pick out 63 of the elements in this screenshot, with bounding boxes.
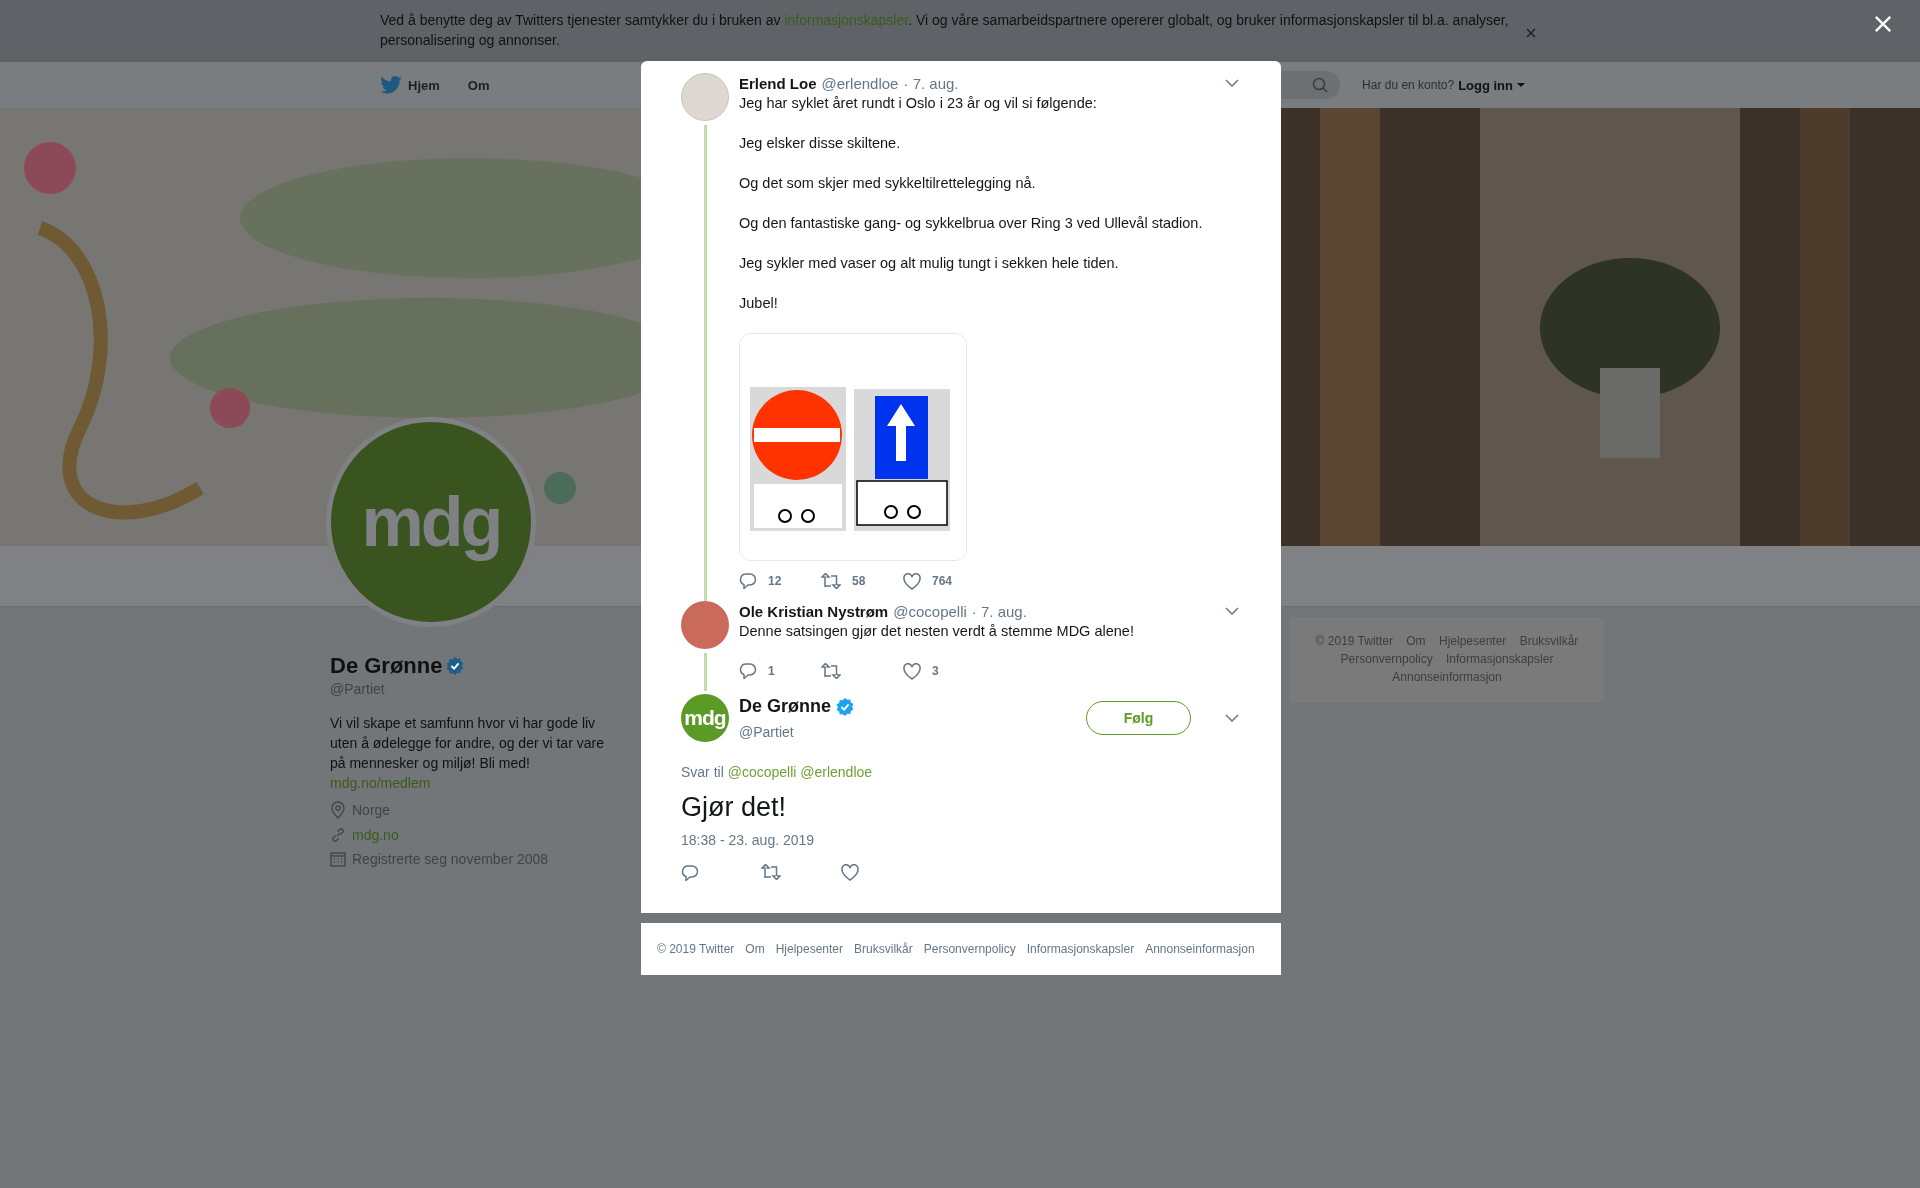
reply-icon[interactable] <box>739 572 757 590</box>
footer-link[interactable]: Informasjonskapsler <box>1446 652 1554 666</box>
author-handle: @erlendloe <box>821 74 899 92</box>
author-name[interactable]: Erlend Loe <box>739 74 817 92</box>
footer-link[interactable]: Bruksvilkår <box>854 942 913 956</box>
mention-link[interactable]: @erlendloe <box>800 764 873 780</box>
avatar[interactable] <box>681 601 729 649</box>
footer-link[interactable]: Annonseinformasjon <box>1392 670 1502 684</box>
bird-icon <box>380 76 402 94</box>
footer-link[interactable]: Annonseinformasjon <box>1145 942 1255 956</box>
profile-name: De Grønne <box>330 653 443 679</box>
author-handle: @cocopelli <box>893 602 967 620</box>
tweet-timestamp: 18:38 - 23. aug. 2019 <box>681 832 816 848</box>
footer-link[interactable]: Om <box>1406 634 1426 648</box>
heart-icon[interactable] <box>903 662 921 680</box>
author-name[interactable]: Ole Kristian Nystrøm <box>739 602 889 620</box>
login-prompt: Har du en konto? <box>1362 78 1455 92</box>
footer-link[interactable]: Hjelpesenter <box>775 942 844 956</box>
footer-link[interactable]: Personvernpolicy <box>923 942 1016 956</box>
caret-icon <box>1517 83 1525 87</box>
action-count: 58 <box>852 574 866 588</box>
footer-link[interactable]: Hjelpesenter <box>1438 634 1507 648</box>
chevron-down-icon[interactable] <box>1225 714 1239 722</box>
location-pin-icon <box>330 801 346 819</box>
chevron-down-icon[interactable] <box>1225 607 1239 615</box>
cookie-notice: Ved å benytte deg av Twitters tjenester samtykker du i bruken av informasjonskapsler. Vi og våre samarbeidspartnere opererer globalt, og bruker informasjonskapsler til bl.a. analyser, personalisering og annonser. <box>380 11 1510 50</box>
footer-link[interactable]: © 2019 Twitter <box>657 942 735 956</box>
footer-link[interactable]: Personvernpolicy <box>1340 652 1433 666</box>
calendar-icon <box>330 851 346 867</box>
link-icon <box>330 827 346 843</box>
footer-link[interactable]: Om <box>745 942 765 956</box>
author-name[interactable]: De Grønne <box>739 696 831 717</box>
nav-link[interactable]: Hjem <box>380 76 440 94</box>
reply-icon[interactable] <box>681 864 699 882</box>
tweet-date[interactable]: · 7. aug. <box>971 602 1027 620</box>
action-count: 764 <box>932 574 953 588</box>
author-handle: @Partiet <box>739 724 795 740</box>
nav-link[interactable]: Om <box>467 77 490 93</box>
retweet-icon[interactable] <box>821 573 841 589</box>
tweet-text: Denne satsingen gjør det nesten verdt å stemme MDG alene! <box>739 622 1135 641</box>
footer-link[interactable]: Informasjonskapsler <box>1026 942 1135 956</box>
retweet-icon[interactable] <box>821 663 841 679</box>
tweet-text: Gjør det! <box>681 791 788 824</box>
heart-icon[interactable] <box>841 864 859 881</box>
action-count: 1 <box>768 664 775 678</box>
heart-icon[interactable] <box>903 572 921 590</box>
tweet-text: Jeg har syklet året rundt i Oslo i 23 år og vil si følgende: <box>739 94 1098 113</box>
reply-to-text: Svar til @cocopelli @erlendloe <box>681 764 874 780</box>
action-count: 12 <box>768 574 782 588</box>
retweet-icon[interactable] <box>761 864 781 880</box>
search-icon <box>1312 77 1329 93</box>
avatar[interactable]: mdg <box>681 694 729 742</box>
chevron-down-icon[interactable] <box>1225 79 1239 87</box>
action-count: 3 <box>932 664 939 678</box>
reply-icon[interactable] <box>739 662 757 680</box>
profile-bio: Vi vil skape et samfunn hvor vi har gode liv uten å ødelegge for andre, og der vi tar vare på mennesker og miljø! Bli med! <box>330 714 605 773</box>
tweet-date[interactable]: · 7. aug. <box>903 74 959 92</box>
mention-link[interactable]: @cocopelli <box>727 764 797 780</box>
follow-button[interactable]: Følg <box>1086 701 1191 735</box>
close-icon[interactable] <box>1526 28 1536 38</box>
login-link[interactable]: Logg inn <box>1458 77 1513 93</box>
footer-link[interactable]: Bruksvilkår <box>1519 634 1579 648</box>
footer-link[interactable]: © 2019 Twitter <box>1315 634 1393 648</box>
